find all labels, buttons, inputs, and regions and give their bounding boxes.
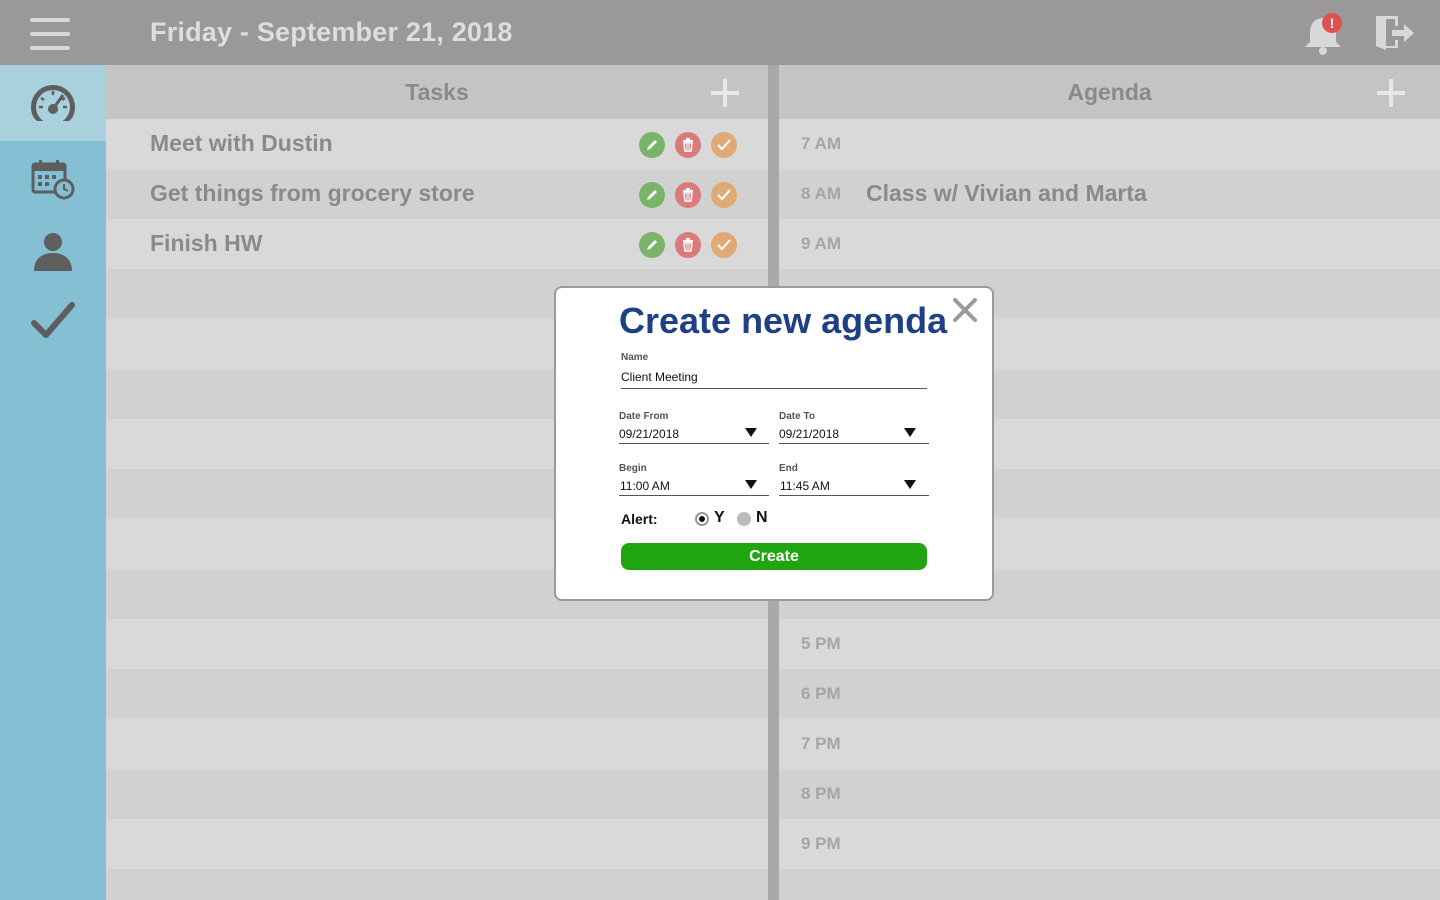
alert-no-radio[interactable] xyxy=(737,512,751,526)
top-bar: Friday - September 21, 2018 ! xyxy=(0,0,1440,65)
task-row xyxy=(106,719,768,769)
agenda-time: 7 AM xyxy=(801,134,841,153)
date-from-label: Date From xyxy=(619,411,669,422)
task-label[interactable]: Get things from grocery store xyxy=(150,180,475,207)
alert-yes-radio[interactable] xyxy=(695,512,709,526)
name-underline xyxy=(621,388,927,389)
logout-icon[interactable] xyxy=(1372,12,1416,54)
edit-pencil-icon[interactable] xyxy=(639,232,665,258)
agenda-row[interactable] xyxy=(779,869,1440,900)
create-button[interactable]: Create xyxy=(621,543,927,570)
task-label[interactable]: Finish HW xyxy=(150,230,262,257)
agenda-time: 9 PM xyxy=(801,834,841,853)
end-time-field[interactable]: 11:45 AM xyxy=(780,479,830,493)
end-dropdown-icon[interactable] xyxy=(904,480,916,489)
date-to-field[interactable]: 09/21/2018 xyxy=(779,427,839,441)
agenda-row[interactable]: 5 PM xyxy=(779,619,1440,669)
date-to-underline xyxy=(779,443,929,444)
current-date: Friday - September 21, 2018 xyxy=(150,17,513,47)
agenda-row[interactable]: 7 PM xyxy=(779,719,1440,769)
complete-check-icon[interactable] xyxy=(711,232,737,258)
agenda-time: 8 PM xyxy=(801,784,841,803)
end-underline xyxy=(779,495,929,496)
task-row xyxy=(106,869,768,900)
complete-check-icon[interactable] xyxy=(711,132,737,158)
tasks-title: Tasks xyxy=(405,79,469,105)
date-from-dropdown-icon[interactable] xyxy=(745,428,757,437)
task-label[interactable]: Meet with Dustin xyxy=(150,130,333,157)
begin-dropdown-icon[interactable] xyxy=(745,480,757,489)
agenda-row[interactable]: 8 PM xyxy=(779,769,1440,819)
add-task-plus-icon[interactable] xyxy=(709,77,741,109)
agenda-event[interactable]: Class w/ Vivian and Marta xyxy=(866,180,1147,207)
edit-pencil-icon[interactable] xyxy=(639,182,665,208)
begin-underline xyxy=(619,495,769,496)
task-row: Finish HW xyxy=(106,219,768,269)
end-label: End xyxy=(779,463,798,474)
task-row xyxy=(106,819,768,869)
tasks-header: Tasks xyxy=(106,65,768,119)
hamburger-menu-icon[interactable] xyxy=(30,18,70,50)
delete-trash-icon[interactable] xyxy=(675,132,701,158)
agenda-row[interactable]: 9 PM xyxy=(779,819,1440,869)
edit-pencil-icon[interactable] xyxy=(639,132,665,158)
agenda-row[interactable]: 6 PM xyxy=(779,669,1440,719)
agenda-title: Agenda xyxy=(1067,79,1152,105)
alert-yes-label: Y xyxy=(714,509,725,526)
date-from-underline xyxy=(619,443,769,444)
begin-label: Begin xyxy=(619,463,647,474)
date-to-label: Date To xyxy=(779,411,815,422)
task-actions xyxy=(639,232,737,258)
task-actions xyxy=(639,182,737,208)
name-label: Name xyxy=(621,352,649,363)
date-from-field[interactable]: 09/21/2018 xyxy=(619,427,679,441)
delete-trash-icon[interactable] xyxy=(675,182,701,208)
user-icon xyxy=(34,233,72,271)
create-agenda-modal: Create new agenda Name Client Meeting Da… xyxy=(554,286,994,601)
task-row: Meet with Dustin xyxy=(106,119,768,169)
checkmark-icon xyxy=(31,302,75,338)
agenda-time: 9 AM xyxy=(801,234,841,253)
sidebar xyxy=(0,65,106,900)
alert-label: Alert: xyxy=(621,511,658,527)
agenda-row[interactable]: 9 AM xyxy=(779,219,1440,269)
agenda-time: 7 PM xyxy=(801,734,841,753)
agenda-time: 5 PM xyxy=(801,634,841,653)
modal-title: Create new agenda xyxy=(619,300,948,341)
task-row xyxy=(106,619,768,669)
task-row xyxy=(106,669,768,719)
calendar-clock-icon xyxy=(31,160,75,200)
alert-no-label: N xyxy=(756,509,768,526)
close-icon[interactable] xyxy=(952,297,978,323)
sidebar-item-completed[interactable] xyxy=(0,283,106,359)
sidebar-item-calendar[interactable] xyxy=(0,141,106,217)
notification-badge: ! xyxy=(1322,13,1342,33)
task-row: Get things from grocery store xyxy=(106,169,768,219)
delete-trash-icon[interactable] xyxy=(675,232,701,258)
agenda-row[interactable]: 8 AM Class w/ Vivian and Marta xyxy=(779,169,1440,219)
agenda-time: 6 PM xyxy=(801,684,841,703)
begin-time-field[interactable]: 11:00 AM xyxy=(620,479,670,493)
date-to-dropdown-icon[interactable] xyxy=(904,428,916,437)
add-agenda-plus-icon[interactable] xyxy=(1375,77,1407,109)
name-field[interactable]: Client Meeting xyxy=(621,370,698,384)
speedometer-icon xyxy=(31,85,75,123)
task-actions xyxy=(639,132,737,158)
sidebar-item-profile[interactable] xyxy=(0,213,106,289)
task-row xyxy=(106,769,768,819)
agenda-time: 8 AM xyxy=(801,184,841,203)
sidebar-item-dashboard[interactable] xyxy=(0,65,106,141)
agenda-header: Agenda xyxy=(779,65,1440,119)
agenda-row[interactable]: 7 AM xyxy=(779,119,1440,169)
complete-check-icon[interactable] xyxy=(711,182,737,208)
